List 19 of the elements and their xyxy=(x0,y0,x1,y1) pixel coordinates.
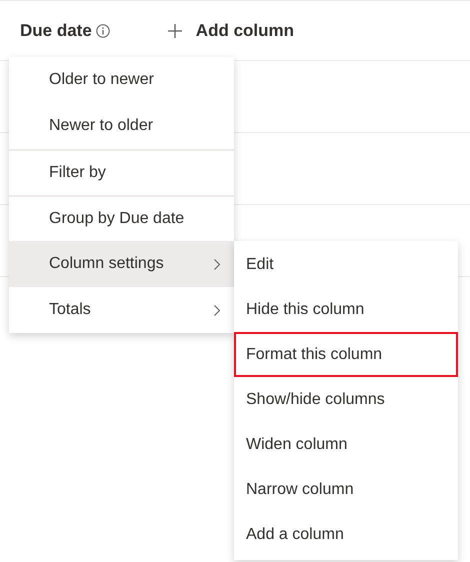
menu-item[interactable]: Add a column xyxy=(234,512,458,557)
plus-icon xyxy=(168,24,182,38)
menu-item[interactable]: Format this column xyxy=(234,332,458,377)
menu-item[interactable]: Hide this column xyxy=(234,287,458,332)
menu-item[interactable]: Filter by xyxy=(9,149,234,195)
menu-item[interactable]: Newer to older xyxy=(9,103,234,149)
chevron-right-icon xyxy=(214,258,220,270)
menu-item[interactable]: Widen column xyxy=(234,422,458,467)
chevron-right-icon xyxy=(214,304,220,316)
menu-item[interactable]: Show/hide columns xyxy=(234,377,458,422)
menu-item[interactable]: Narrow column xyxy=(234,467,458,512)
menu-item[interactable]: Older to newer xyxy=(9,57,234,103)
menu-item[interactable]: Edit xyxy=(234,242,458,287)
add-column-button[interactable]: Add column xyxy=(168,18,294,44)
column-header[interactable]: Due date xyxy=(20,18,92,44)
menu-item[interactable]: Column settings xyxy=(9,241,234,287)
menu-item[interactable]: Totals xyxy=(9,287,234,333)
info-icon[interactable] xyxy=(96,24,110,38)
menu-item[interactable]: Group by Due date xyxy=(9,195,234,241)
